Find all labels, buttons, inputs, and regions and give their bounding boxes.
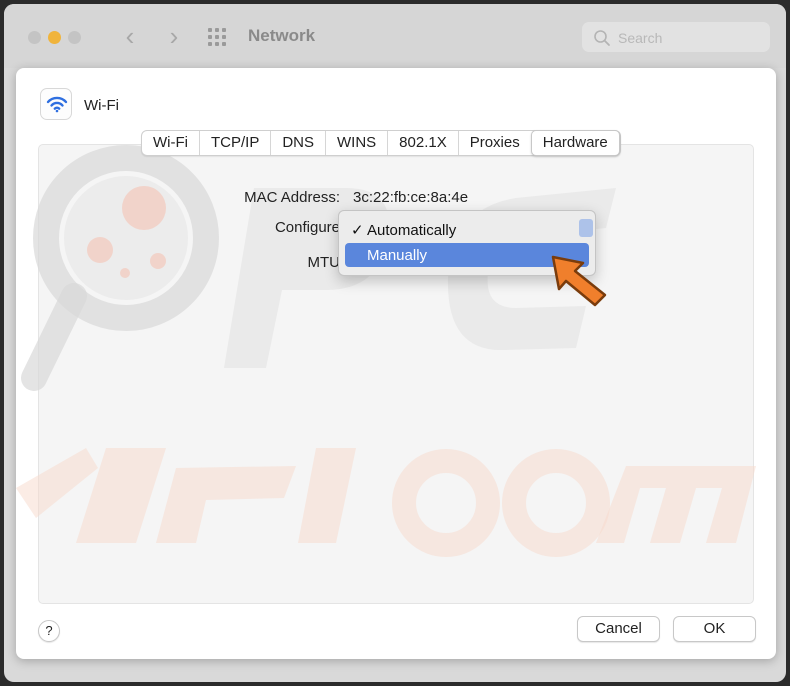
system-preferences-window: ‹ › Network Search Wi-Fi Wi-Fi TCP/IP DN… (4, 4, 786, 682)
configure-label: Configure (274, 219, 340, 236)
mac-address-value: 3c:22:fb:ce:8a:4e (353, 189, 469, 206)
search-field[interactable]: Search (582, 22, 770, 52)
ok-button[interactable]: OK (673, 616, 756, 642)
show-all-grid-icon[interactable] (208, 28, 230, 46)
mac-address-label: MAC Address: (244, 189, 340, 206)
checkmark-icon: ✓ (351, 222, 364, 239)
tab-proxies[interactable]: Proxies (457, 131, 531, 155)
menu-item-label: Automatically (367, 222, 457, 239)
window-title: Network (248, 26, 316, 45)
tab-8021x[interactable]: 802.1X (387, 131, 458, 155)
minimize-window-button[interactable] (48, 31, 61, 44)
mtu-label: MTU (307, 254, 341, 271)
cancel-button[interactable]: Cancel (577, 616, 660, 642)
zoom-window-button[interactable] (68, 31, 81, 44)
tab-wifi[interactable]: Wi-Fi (142, 131, 199, 155)
back-chevron-icon[interactable]: ‹ (116, 22, 144, 50)
advanced-settings-sheet: Wi-Fi Wi-Fi TCP/IP DNS WINS 802.1X Proxi… (16, 68, 776, 659)
help-button[interactable]: ? (38, 620, 60, 642)
tab-dns[interactable]: DNS (270, 131, 325, 155)
watermark-logo (16, 145, 756, 557)
tab-tcpip[interactable]: TCP/IP (198, 131, 270, 155)
menu-item-automatically[interactable]: ✓ Automatically (345, 218, 589, 242)
magnifier-icon (594, 30, 610, 46)
title-bar: ‹ › Network Search (4, 4, 786, 68)
tab-hardware[interactable]: Hardware (530, 130, 620, 156)
close-window-button[interactable] (28, 31, 41, 44)
menu-item-label: Manually (367, 247, 428, 264)
forward-chevron-icon[interactable]: › (160, 22, 188, 50)
search-placeholder: Search (618, 30, 663, 46)
pointer-arrow-icon (551, 255, 607, 307)
tab-wins[interactable]: WINS (325, 131, 387, 155)
settings-tab-bar: Wi-Fi TCP/IP DNS WINS 802.1X Proxies Har… (141, 130, 621, 156)
